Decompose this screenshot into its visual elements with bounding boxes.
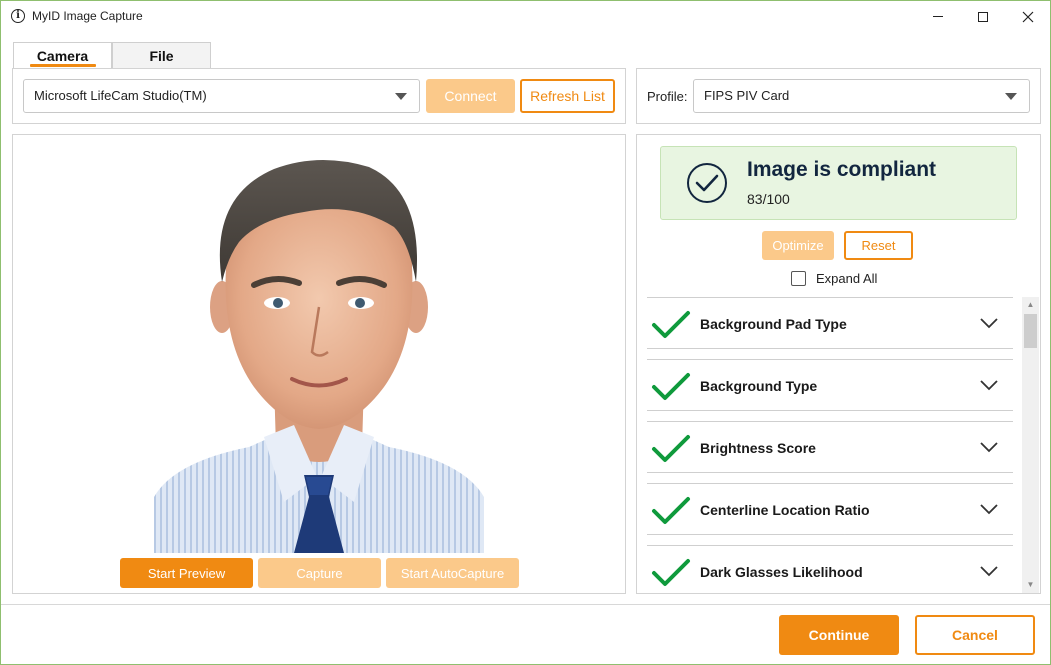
profile-select-value: FIPS PIV Card (704, 88, 790, 103)
chevron-down-icon (395, 93, 407, 100)
scroll-up-icon[interactable]: ▲ (1022, 297, 1039, 313)
chevron-down-icon[interactable] (979, 440, 999, 454)
list-item[interactable]: Dark Glasses Likelihood (647, 545, 1013, 593)
camera-select-value: Microsoft LifeCam Studio(TM) (34, 88, 207, 103)
scroll-down-icon[interactable]: ▼ (1022, 577, 1039, 593)
close-icon (1022, 11, 1034, 22)
check-item-label: Centerline Location Ratio (700, 502, 870, 518)
chevron-down-icon[interactable] (979, 378, 999, 392)
optimize-button[interactable]: Optimize (762, 231, 834, 260)
compliance-list-scrollbar[interactable]: ▲ ▼ (1022, 297, 1039, 593)
scrollbar-thumb[interactable] (1024, 314, 1037, 348)
compliance-status-box: Image is compliant 83/100 (660, 146, 1017, 220)
camera-select[interactable]: Microsoft LifeCam Studio(TM) (23, 79, 420, 113)
expand-all-label: Expand All (816, 271, 878, 286)
chevron-down-icon[interactable] (979, 316, 999, 330)
checkmark-icon (652, 497, 690, 524)
expand-all-checkbox[interactable] (791, 271, 806, 286)
profile-label: Profile: (647, 89, 688, 104)
window-title: MyID Image Capture (32, 9, 143, 23)
maximize-button[interactable] (960, 1, 1006, 32)
tab-file[interactable]: File (112, 42, 211, 69)
minimize-icon (933, 16, 943, 17)
list-item[interactable]: Background Pad Type (647, 297, 1013, 349)
reset-button[interactable]: Reset (844, 231, 913, 260)
tab-file-label: File (149, 48, 174, 64)
close-button[interactable] (1005, 1, 1051, 32)
list-item[interactable]: Centerline Location Ratio (647, 483, 1013, 535)
compliance-title: Image is compliant (747, 158, 937, 181)
chevron-down-icon[interactable] (979, 564, 999, 578)
start-autocapture-button[interactable]: Start AutoCapture (386, 558, 519, 588)
start-preview-button[interactable]: Start Preview (120, 558, 253, 588)
captured-photo (154, 157, 484, 553)
chevron-down-icon[interactable] (979, 502, 999, 516)
check-item-label: Dark Glasses Likelihood (700, 564, 863, 580)
source-tabs: Camera File (13, 42, 211, 69)
app-window: i MyID Image Capture Camera File Microso… (0, 0, 1051, 665)
list-item[interactable]: Background Type (647, 359, 1013, 411)
capture-button[interactable]: Capture (258, 558, 381, 588)
check-circle-icon (687, 163, 727, 203)
info-icon: i (11, 9, 25, 23)
cancel-button[interactable]: Cancel (915, 615, 1035, 655)
connect-button[interactable]: Connect (426, 79, 515, 113)
checkmark-icon (652, 311, 690, 338)
list-item[interactable]: Brightness Score (647, 421, 1013, 473)
title-bar: i MyID Image Capture (1, 1, 1050, 32)
chevron-down-icon (1005, 93, 1017, 100)
maximize-icon (978, 11, 988, 22)
footer-divider (1, 604, 1050, 605)
check-item-label: Background Type (700, 378, 818, 394)
active-tab-indicator (30, 64, 96, 67)
compliance-check-list: Background Pad Type Background Type Brig… (647, 297, 1013, 593)
continue-button[interactable]: Continue (779, 615, 899, 655)
tab-camera[interactable]: Camera (13, 42, 112, 69)
compliance-score: 83/100 (747, 191, 790, 207)
checkmark-icon (652, 435, 690, 462)
refresh-list-button[interactable]: Refresh List (520, 79, 615, 113)
profile-select[interactable]: FIPS PIV Card (693, 79, 1030, 113)
checkmark-icon (652, 373, 690, 400)
checkmark-icon (652, 559, 690, 586)
check-item-label: Background Pad Type (700, 316, 847, 332)
minimize-button[interactable] (915, 1, 961, 32)
check-item-label: Brightness Score (700, 440, 816, 456)
portrait-image (154, 159, 484, 553)
expand-all-toggle[interactable]: Expand All (791, 271, 877, 286)
tab-camera-label: Camera (36, 48, 89, 64)
